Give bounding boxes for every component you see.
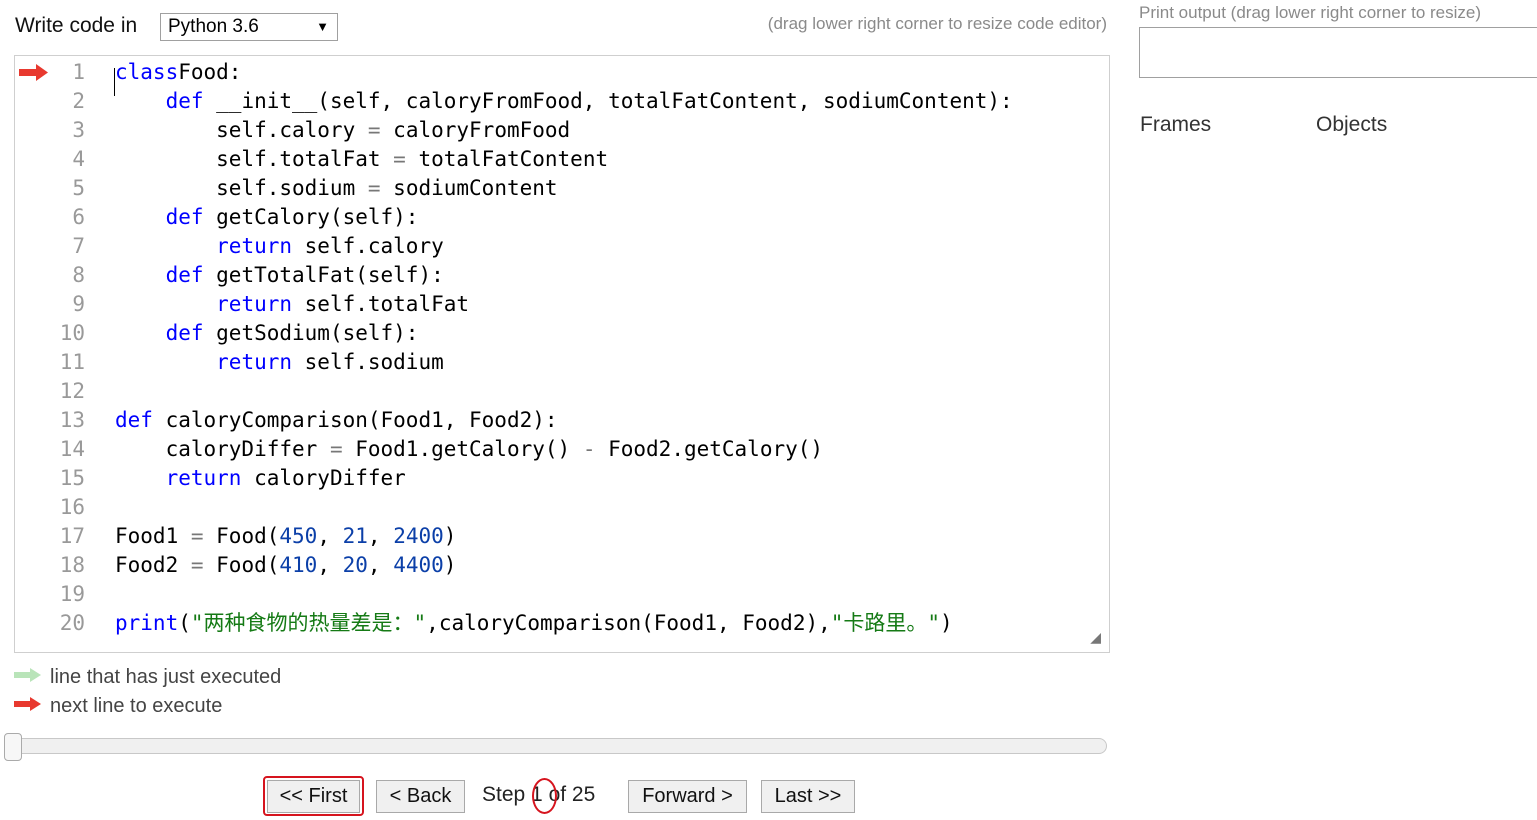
line-number: 10 [59,321,85,345]
line-number: 9 [72,292,85,316]
code-editor[interactable]: 1 classFood: 2 def __init__(self, caloryFr… [14,55,1110,653]
green-arrow-icon [14,666,44,689]
line-number: 18 [59,553,85,577]
line-number: 2 [72,89,85,113]
legend-next: next line to execute [14,695,222,718]
first-button[interactable]: << First [267,780,360,813]
line-number: 12 [59,379,85,403]
code-line: def getCalory(self): [165,205,419,229]
line-number: 3 [72,118,85,142]
line-number: 15 [59,466,85,490]
line-number: 7 [72,234,85,258]
line-number: 19 [59,582,85,606]
code-line: def getSodium(self): [165,321,419,345]
line-number: 5 [72,176,85,200]
line-number: 13 [59,408,85,432]
language-select-value: Python 3.6 [168,16,259,37]
step-word: Step [482,783,526,806]
red-arrow-icon [14,695,44,718]
resize-grip-icon[interactable]: ◢ [1090,629,1101,646]
code-line: return caloryDiffer [165,466,406,490]
text-cursor [114,68,115,96]
code-line: return self.calory [216,234,444,258]
forward-button[interactable]: Forward > [628,780,747,813]
code-line: classFood: [115,60,242,84]
code-line: def __init__(self, caloryFromFood, total… [165,89,1013,113]
line-number: 20 [59,611,85,635]
execution-slider-track[interactable] [14,738,1107,754]
print-output-box[interactable] [1139,27,1537,78]
legend-next-label: next line to execute [50,695,223,717]
code-line: self.totalFat = totalFatContent [115,147,609,171]
execution-slider-handle[interactable] [4,733,22,761]
last-button[interactable]: Last >> [761,780,855,813]
frames-heading: Frames [1140,113,1212,136]
line-number: 4 [72,147,85,171]
line-number: 16 [59,495,85,519]
code-line: print("两种食物的热量差是：",caloryComparison(Food… [115,611,953,635]
code-line: def getTotalFat(self): [165,263,444,287]
code-line: self.calory = caloryFromFood [115,118,571,142]
language-select[interactable]: Python 3.6 ▼ [160,13,338,41]
code-line: caloryDiffer = Food1.getCalory() - Food2… [115,437,824,461]
line-number: 11 [59,350,85,374]
chevron-down-icon: ▼ [316,19,329,34]
code-line: return self.sodium [216,350,444,374]
line-number: 6 [72,205,85,229]
write-code-label: Write code in [15,14,138,37]
editor-resize-hint: (drag lower right corner to resize code … [767,14,1107,33]
print-output-label: Print output (drag lower right corner to… [1139,3,1482,22]
legend-executed-label: line that has just executed [50,666,282,688]
line-number: 14 [59,437,85,461]
line-number: 17 [59,524,85,548]
next-line-arrow-icon [19,58,49,87]
code-line: Food1 = Food(450, 21, 2400) [115,524,457,548]
step-number-highlight [532,778,557,814]
code-line: self.sodium = sodiumContent [115,176,558,200]
code-line: return self.totalFat [216,292,470,316]
legend-executed: line that has just executed [14,666,281,689]
code-line: Food2 = Food(410, 20, 4400) [115,553,457,577]
line-number: 8 [72,263,85,287]
code-line: def caloryComparison(Food1, Food2): [115,408,558,432]
back-button[interactable]: < Back [376,780,465,813]
objects-heading: Objects [1316,113,1388,136]
